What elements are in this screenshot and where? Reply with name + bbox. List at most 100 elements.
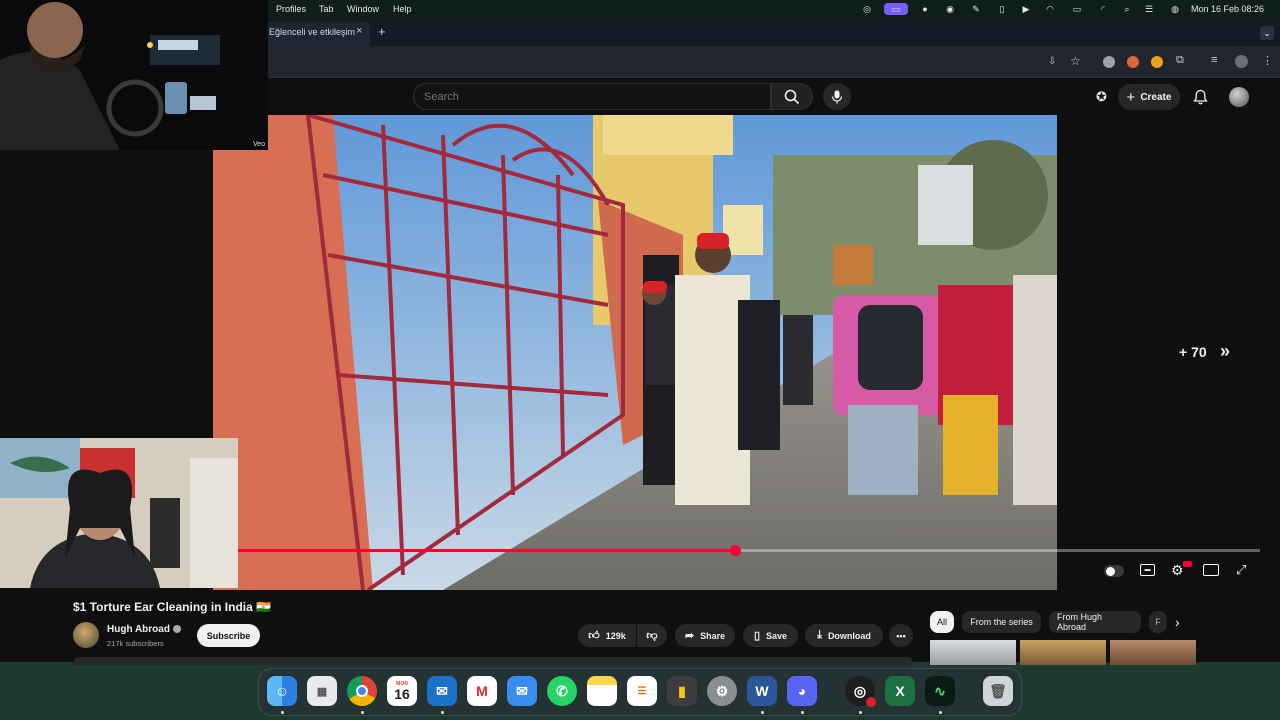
extension-2-icon[interactable]	[1127, 56, 1139, 68]
discord-icon[interactable]: ◕	[787, 676, 817, 706]
menu-window[interactable]: Window	[347, 4, 379, 14]
thumbs-down-icon: 👎︎	[646, 630, 658, 642]
search-input[interactable]	[424, 89, 754, 104]
dislike-button[interactable]: 👎︎	[637, 624, 667, 647]
media-control-icon[interactable]: ≡	[1211, 54, 1217, 66]
menu-profiles[interactable]: Profiles	[276, 4, 306, 14]
dock-running-indicator	[281, 711, 284, 714]
theater-mode-icon[interactable]	[1203, 564, 1219, 576]
word-icon[interactable]: W	[747, 676, 777, 706]
outlook-icon[interactable]: ✉	[427, 676, 457, 706]
pen-icon[interactable]: ✎	[970, 3, 982, 15]
browser-menu-icon[interactable]: ⋮	[1262, 54, 1273, 67]
chevron-double-right-icon[interactable]: »	[1220, 341, 1230, 362]
mail-icon[interactable]: ✉	[507, 676, 537, 706]
reminders-icon[interactable]: ☰	[627, 676, 657, 706]
menubar-clock[interactable]: Mon 16 Feb 08:26	[1191, 4, 1264, 14]
more-actions-button[interactable]: •••	[889, 624, 913, 647]
battery-small-icon[interactable]: ▯	[996, 3, 1008, 15]
notifications-bell-icon[interactable]	[1193, 89, 1208, 105]
tab-search-icon[interactable]: ⌄	[1260, 26, 1274, 40]
menu-tab[interactable]: Tab	[319, 4, 334, 14]
save-button[interactable]: ▯ Save	[743, 624, 798, 647]
launchpad-icon[interactable]: ▦	[307, 676, 337, 706]
activity-monitor-icon[interactable]: ∿	[925, 676, 955, 706]
system-settings-icon[interactable]: ⚙	[707, 676, 737, 706]
chip-from-hugh-abroad[interactable]: From Hugh Abroad	[1049, 611, 1141, 633]
chevron-right-icon[interactable]: ›	[1175, 614, 1180, 630]
dock-running-indicator	[441, 711, 444, 714]
siri-icon[interactable]: ◍	[1169, 3, 1181, 15]
video-player[interactable]	[213, 115, 1057, 590]
play-status-icon[interactable]: ▶	[1020, 3, 1032, 15]
download-button[interactable]: ⤓ Download	[805, 624, 883, 647]
dot-icon[interactable]: ●	[919, 3, 931, 15]
extensions-puzzle-icon[interactable]: ⧉	[1176, 54, 1184, 67]
recommended-thumbnail-2[interactable]	[1020, 640, 1106, 665]
microphone-icon	[831, 90, 843, 103]
recommended-thumbnail-1[interactable]	[930, 640, 1016, 665]
profile-avatar[interactable]	[1235, 55, 1248, 68]
chip-from-the-series[interactable]: From the series	[962, 611, 1041, 633]
studio-icon[interactable]: ✪	[1096, 89, 1107, 105]
status-icon-1[interactable]: ◎	[861, 3, 873, 15]
voice-search-button[interactable]	[823, 83, 851, 110]
excel-icon[interactable]: X	[885, 676, 915, 706]
finder-icon[interactable]: ☺	[267, 676, 297, 706]
bookmark-star-icon[interactable]: ☆	[1070, 54, 1081, 68]
streamer-webcam-frame	[0, 438, 238, 588]
screen-record-icon[interactable]: ▭	[884, 3, 908, 15]
gmail-icon[interactable]: M	[467, 676, 497, 706]
share-label: Share	[700, 630, 726, 641]
settings-gear-icon[interactable]: ⚙	[1171, 562, 1184, 579]
tab-close-icon[interactable]: ×	[356, 25, 362, 37]
battery-icon[interactable]: ▭	[1068, 3, 1086, 15]
chip-all[interactable]: All	[930, 611, 954, 633]
subscribe-button[interactable]: Subscribe	[197, 624, 260, 647]
extension-1-icon[interactable]	[1103, 56, 1115, 68]
headphones-icon[interactable]: ◠	[1044, 3, 1056, 15]
search-box[interactable]	[413, 83, 771, 110]
wifi-icon[interactable]: ◜	[1097, 3, 1109, 15]
subtitles-icon[interactable]: ▬	[1140, 564, 1155, 576]
notes-icon[interactable]	[587, 676, 617, 706]
bar-chart-app-icon[interactable]: ▮	[667, 676, 697, 706]
create-button[interactable]: + Create	[1118, 84, 1180, 110]
like-button[interactable]: 👍︎ 129k	[578, 624, 636, 647]
calendar-icon[interactable]: MON 16	[387, 676, 417, 706]
chrome-icon[interactable]	[347, 676, 377, 706]
fullscreen-icon[interactable]: ⤢	[1236, 562, 1246, 578]
driving-webcam-overlay: Veo	[0, 0, 268, 150]
recording-badge	[866, 697, 876, 707]
dock-running-indicator	[761, 711, 764, 714]
recommended-thumbnail-3[interactable]	[1110, 640, 1196, 665]
save-label: Save	[766, 630, 788, 641]
dock-running-indicator	[361, 711, 364, 714]
spotlight-search-icon[interactable]: ⌕	[1121, 3, 1133, 15]
dock-running-indicator	[801, 711, 804, 714]
extension-3-icon[interactable]	[1151, 56, 1163, 68]
install-app-icon[interactable]: ⇩	[1048, 56, 1056, 67]
autoplay-toggle[interactable]	[1104, 565, 1124, 577]
control-center-icon[interactable]: ☰	[1143, 3, 1155, 15]
driving-webcam-frame	[0, 0, 268, 150]
menu-help[interactable]: Help	[393, 4, 412, 14]
calendar-day: 16	[394, 685, 410, 702]
search-icon	[784, 89, 800, 104]
create-label: Create	[1140, 91, 1172, 103]
whatsapp-icon[interactable]: ✆	[547, 676, 577, 706]
share-arrow-icon: ➦	[684, 630, 695, 642]
trash-icon[interactable]: 🗑︎	[983, 676, 1013, 706]
search-button[interactable]	[771, 83, 813, 110]
chip-partial[interactable]: F	[1149, 611, 1167, 633]
account-avatar[interactable]	[1229, 87, 1249, 107]
share-button[interactable]: ➦ Share	[675, 624, 735, 647]
dock-running-indicator	[939, 711, 942, 714]
status-icon-2[interactable]: ◉	[944, 3, 956, 15]
progress-scrubber-handle[interactable]	[729, 545, 741, 556]
like-count: 129k	[605, 630, 626, 641]
channel-name[interactable]: Hugh Abroad	[107, 624, 170, 635]
new-tab-button[interactable]: +	[378, 24, 386, 39]
description-box[interactable]	[73, 657, 913, 665]
channel-avatar[interactable]	[73, 622, 99, 648]
